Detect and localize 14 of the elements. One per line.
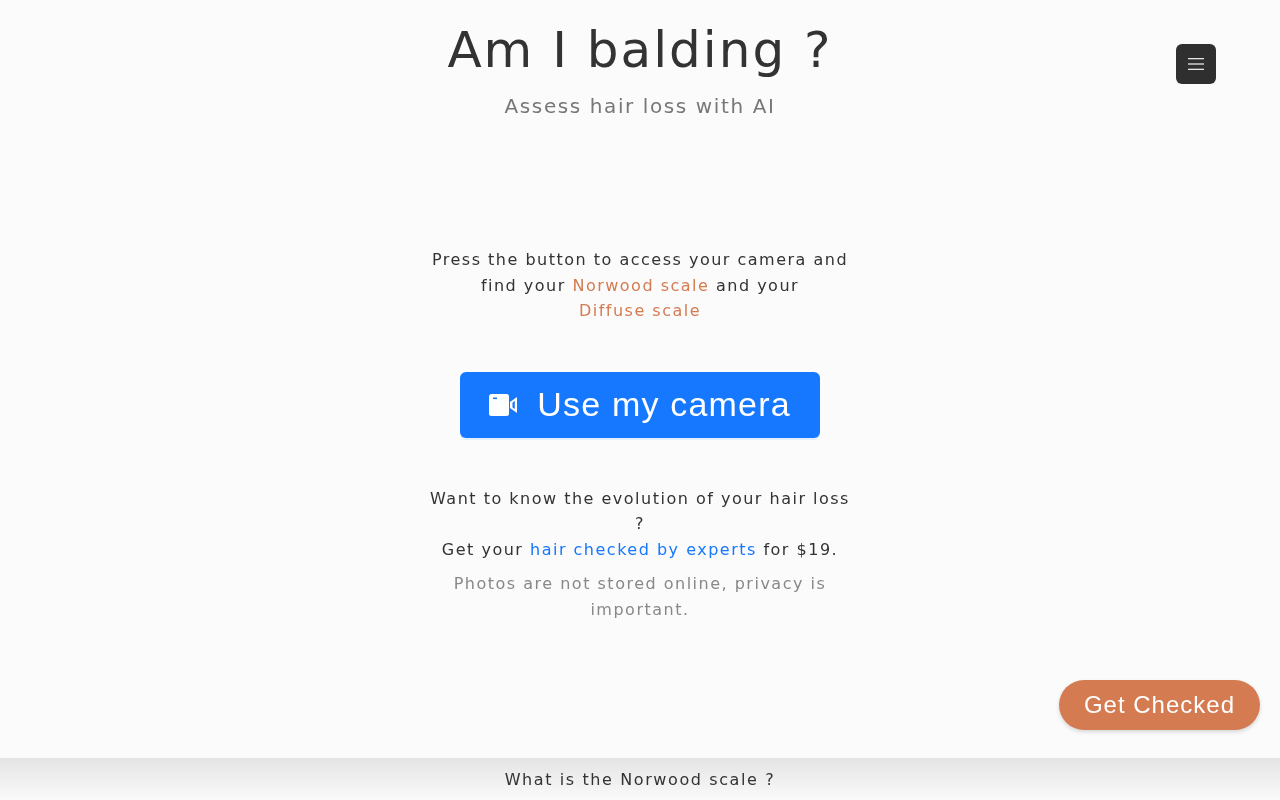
privacy-note: Photos are not stored online, privacy is important. bbox=[452, 573, 828, 621]
text-link[interactable]: Diffuse scale bbox=[578, 301, 702, 320]
menu-icon bbox=[1188, 58, 1204, 70]
video-camera-icon bbox=[489, 393, 518, 416]
use-camera-button[interactable]: Use my camera bbox=[460, 371, 820, 438]
question-text: Want to know the evolution of your hair loss ? bbox=[429, 487, 851, 535]
page-title: Am I balding ? bbox=[447, 20, 833, 81]
get-checked-button[interactable]: Get Checked bbox=[1058, 680, 1260, 730]
page-subtitle: Assess hair loss with AI bbox=[503, 93, 777, 120]
menu-button[interactable] bbox=[1176, 44, 1216, 84]
text-link[interactable]: Norwood scale bbox=[572, 275, 710, 295]
intro-text: Press the button to access your camera and find your Norwood scale and your Diffuse scale bbox=[430, 249, 850, 322]
offer-text: Get your hair checked by experts for $19. bbox=[440, 538, 840, 561]
text-link[interactable]: hair checked by experts bbox=[530, 539, 757, 559]
